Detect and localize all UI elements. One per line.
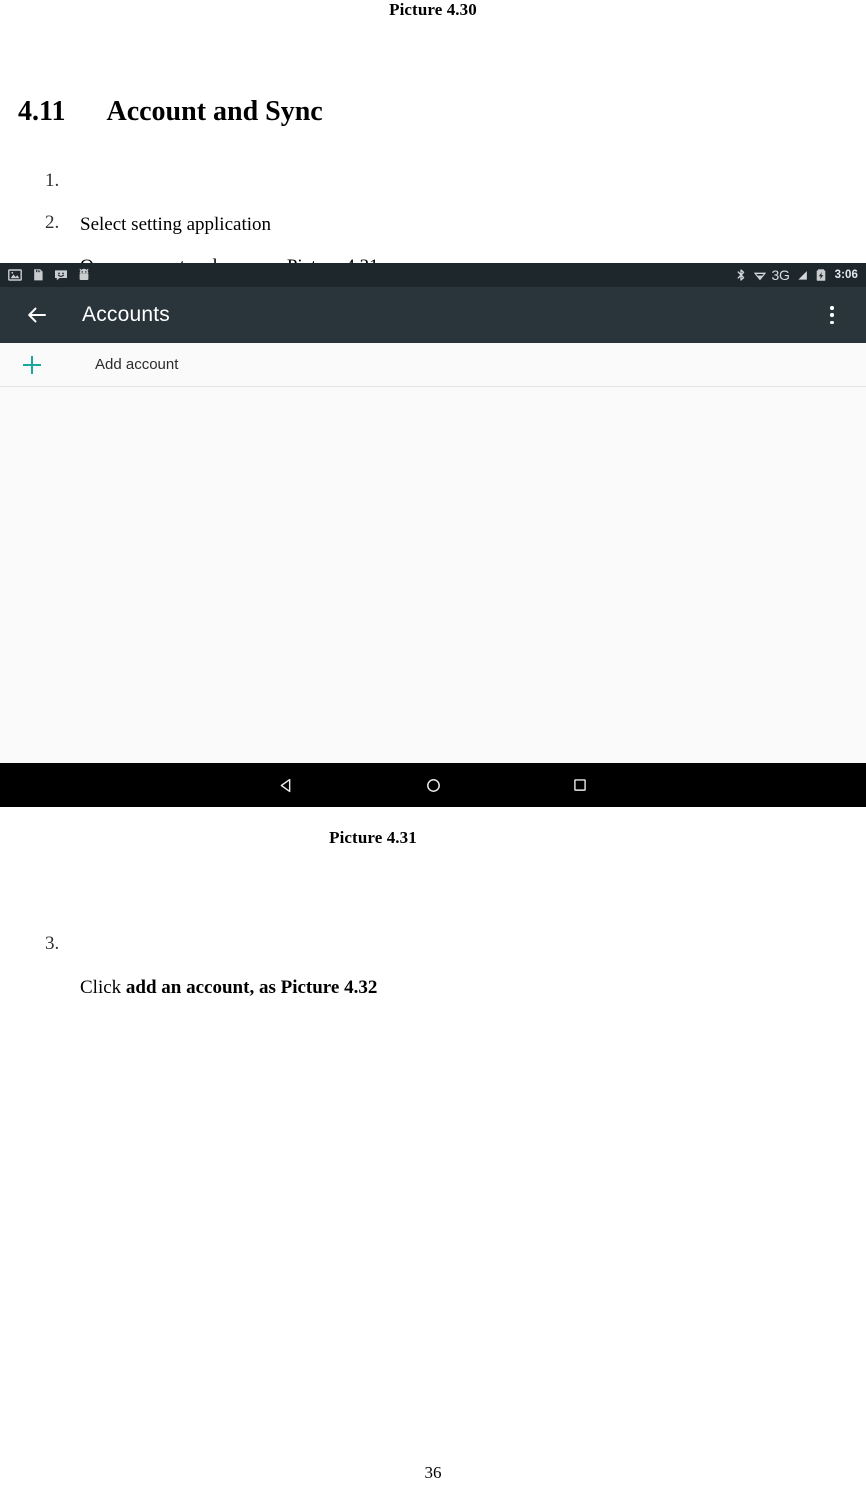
signal-bars-icon [795,268,809,282]
message-icon [54,268,68,282]
recents-nav-icon[interactable] [558,763,602,807]
status-bar-notifications [8,268,91,282]
status-bar-clock: 3:06 [834,269,858,281]
bluetooth-icon [734,268,748,282]
list-item-add-account[interactable]: Add account [0,343,866,387]
list-item: 3. Click add an account, as Picture 4.32 [45,911,377,1021]
battery-charging-icon [814,268,828,282]
list-item-text: Click add an account, as Picture 4.32 [80,977,377,999]
back-nav-icon[interactable] [264,763,308,807]
plus-icon [22,355,42,375]
status-bar: 3G 3:06 [0,263,866,287]
list-item-marker: 3. [45,933,60,954]
status-bar-system: 3G 3:06 [734,268,859,282]
network-type-label: 3G [771,267,790,283]
navigation-bar [0,763,866,807]
list-item-text-bold: add an account, as Picture 4.32 [125,977,378,998]
figure-caption-bottom: Picture 4.31 [329,828,417,847]
android-robot-icon [77,268,91,282]
list-item-label: Add account [95,356,179,373]
overflow-menu-icon[interactable] [822,304,842,326]
section-heading: 4.11 Account and Sync [4,64,323,128]
figure-caption-top: Picture 4.30 [389,0,477,19]
home-nav-icon[interactable] [411,763,455,807]
sd-card-icon [31,268,45,282]
list-item-text-prefix: Click [80,977,126,998]
accounts-list: Add account [0,343,866,763]
back-arrow-icon[interactable] [24,302,50,328]
app-bar-title: Accounts [82,303,170,326]
wifi-icon [753,268,767,282]
empty-accounts-area [0,387,866,763]
section-title: Account and Sync [106,96,323,127]
app-bar: Accounts [0,287,866,343]
list-item-marker: 1. [45,170,60,191]
list-item-marker: 2. [45,212,60,233]
image-icon [8,268,22,282]
android-screenshot-figure: 3G 3:06 Accounts Add account [0,263,866,807]
page-number: 36 [424,1463,442,1482]
section-number: 4.11 [18,96,66,127]
